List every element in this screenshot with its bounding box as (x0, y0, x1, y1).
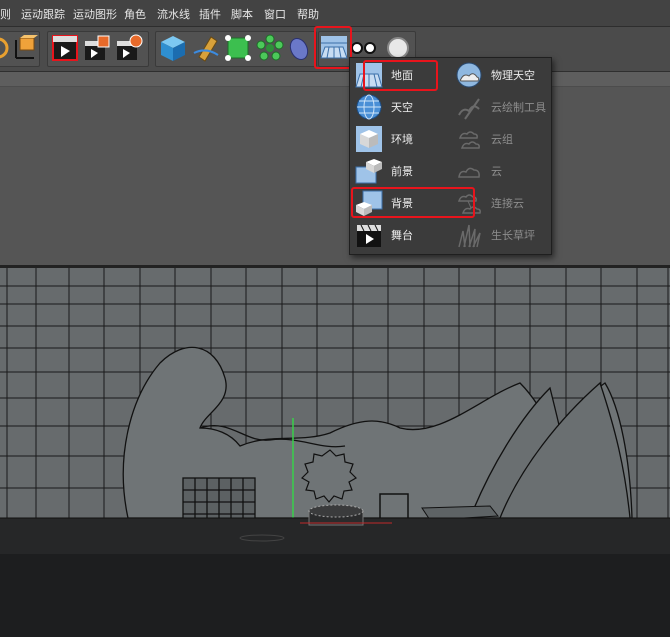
foreground-icon (354, 156, 384, 186)
menu-item-environment-label: 环境 (391, 133, 413, 146)
menu-item-environment[interactable]: 环境 (354, 123, 454, 155)
menu-item-partial[interactable]: 则 (0, 6, 11, 22)
cloud-group-icon (454, 124, 484, 154)
menu-item-cloud-group[interactable]: 云组 (454, 123, 550, 155)
render-picture-viewer-icon[interactable] (82, 32, 112, 64)
menu-item-grow-grass-label: 生长草坪 (491, 229, 535, 242)
menu-item-connect-clouds-label: 连接云 (491, 197, 524, 210)
menu-item-sky[interactable]: 天空 (354, 91, 454, 123)
cube-icon[interactable] (157, 32, 189, 64)
menu-item-help[interactable]: 帮助 (297, 6, 319, 22)
panel-header-strip (0, 72, 670, 87)
highlight-box-floor-button (314, 26, 352, 69)
cube-gizmo-icon[interactable] (0, 32, 10, 64)
coordinate-axes-icon[interactable] (12, 32, 38, 64)
attribute-panel-area (0, 72, 670, 265)
grass-icon (454, 220, 484, 250)
highlight-box-floor-item (363, 60, 438, 91)
cloud-paint-icon (454, 92, 484, 122)
cylinder-object (308, 504, 364, 526)
menu-bar: 则 运动跟踪 运动图形 角色 流水线 插件 脚本 窗口 帮助 (0, 0, 670, 27)
subdivision-icon[interactable] (222, 32, 254, 64)
menu-item-plugins[interactable]: 插件 (199, 6, 221, 22)
menu-item-sky-label: 天空 (391, 101, 413, 114)
menu-item-cloud-paint-tool-label: 云绘制工具 (491, 101, 546, 114)
menu-item-physical-sky-label: 物理天空 (491, 69, 535, 82)
physical-sky-icon (454, 60, 484, 90)
highlight-box-background-item (351, 187, 475, 218)
menu-item-character[interactable]: 角色 (124, 6, 146, 22)
menu-item-physical-sky[interactable]: 物理天空 (454, 59, 550, 91)
menu-item-window[interactable]: 窗口 (264, 6, 286, 22)
3d-viewport[interactable] (0, 268, 670, 637)
menu-item-foreground-label: 前景 (391, 165, 413, 178)
stage-icon (354, 220, 384, 250)
cloud-icon (454, 156, 484, 186)
environment-icon (354, 124, 384, 154)
render-view-icon[interactable] (50, 32, 80, 64)
menu-item-cloud-label: 云 (491, 165, 502, 178)
menu-item-stage-label: 舞台 (391, 229, 413, 242)
viewport-scene (0, 268, 670, 637)
render-settings-icon[interactable] (114, 32, 144, 64)
menu-item-pipeline[interactable]: 流水线 (157, 6, 190, 22)
array-icon[interactable] (254, 32, 286, 64)
menu-item-cloud[interactable]: 云 (454, 155, 550, 187)
menu-item-mograph[interactable]: 运动图形 (73, 6, 117, 22)
menu-item-script[interactable]: 脚本 (231, 6, 253, 22)
menu-item-grow-grass[interactable]: 生长草坪 (454, 219, 550, 251)
menu-item-stage[interactable]: 舞台 (354, 219, 454, 251)
menu-item-cloud-group-label: 云组 (491, 133, 513, 146)
menu-item-cloud-paint-tool[interactable]: 云绘制工具 (454, 91, 550, 123)
pen-tool-icon[interactable] (190, 32, 222, 64)
menu-item-foreground[interactable]: 前景 (354, 155, 454, 187)
deformer-icon[interactable] (286, 32, 314, 64)
menu-item-motion-tracking[interactable]: 运动跟踪 (21, 6, 65, 22)
sky-icon (354, 92, 384, 122)
